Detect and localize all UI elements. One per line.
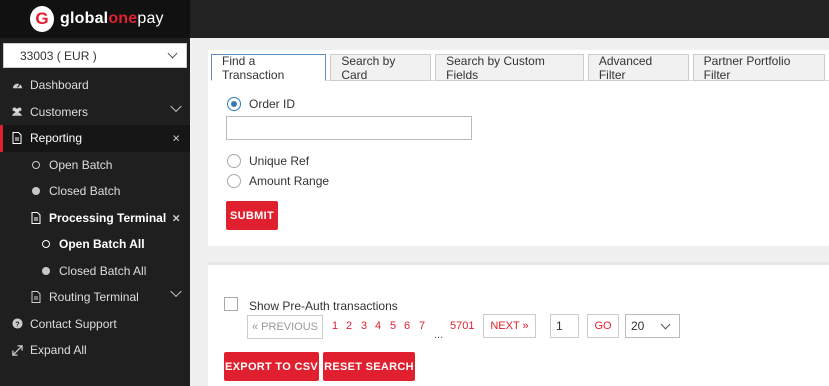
sidebar-item-label: Routing Terminal xyxy=(49,290,139,305)
page-number-input[interactable] xyxy=(550,314,579,338)
submit-button[interactable]: SUBMIT xyxy=(226,201,278,230)
sidebar-item-label: Open Batch xyxy=(49,157,113,172)
search-tabs: Find a Transaction Search by Card Search… xyxy=(211,54,829,82)
go-button[interactable]: GO xyxy=(587,314,619,338)
sidebar-item-label: Expand All xyxy=(30,343,87,358)
sidebar-item-label: Customers xyxy=(30,104,89,119)
tab-partner-portfolio-filter[interactable]: Partner Portfolio Filter xyxy=(692,54,825,82)
tab-search-by-custom-fields[interactable]: Search by Custom Fields xyxy=(435,54,584,82)
page-link-last[interactable]: 5701 xyxy=(450,320,474,332)
radio-amount-range[interactable]: Amount Range xyxy=(227,174,329,188)
page-link[interactable]: 2 xyxy=(346,320,352,332)
account-selected-value: 33003 ( EUR ) xyxy=(20,48,97,63)
sidebar-item-contact-support[interactable]: ? Contact Support xyxy=(0,311,190,338)
radio-order-id[interactable]: Order ID xyxy=(227,97,295,111)
sidebar-item-routing-terminal[interactable]: Routing Terminal xyxy=(0,284,190,311)
sidebar-item-customers[interactable]: Customers xyxy=(0,99,190,126)
sidebar-item-label: Open Batch All xyxy=(59,237,145,252)
sidebar: G globalonepay 33003 ( EUR ) Dashboard C… xyxy=(0,0,190,386)
sidebar-item-open-batch[interactable]: Open Batch xyxy=(0,152,190,179)
page-size-select[interactable]: 20 xyxy=(625,314,680,338)
pagination-ellipsis: ... xyxy=(434,329,444,341)
page-link[interactable]: 3 xyxy=(361,320,367,332)
radio-label: Order ID xyxy=(249,97,296,111)
reset-search-button[interactable]: RESET SEARCH xyxy=(323,352,415,381)
radio-unique-ref[interactable]: Unique Ref xyxy=(227,154,309,168)
document-icon xyxy=(30,291,42,304)
dashboard-icon xyxy=(11,79,23,91)
circle-filled-icon xyxy=(40,265,52,277)
close-icon[interactable]: × xyxy=(172,210,180,225)
page-link[interactable]: 1 xyxy=(332,320,338,332)
preauth-checkbox[interactable] xyxy=(224,297,238,311)
tab-search-by-card[interactable]: Search by Card xyxy=(330,54,432,82)
sidebar-item-label: Dashboard xyxy=(30,78,89,93)
next-page-button[interactable]: NEXT » xyxy=(483,314,536,338)
svg-text:?: ? xyxy=(15,320,20,329)
circle-outline-icon xyxy=(30,159,42,171)
expand-icon xyxy=(11,344,23,356)
circle-filled-icon xyxy=(30,185,42,197)
page-link[interactable]: 5 xyxy=(390,320,396,332)
page-link[interactable]: 4 xyxy=(375,320,381,332)
sidebar-item-label: Closed Batch All xyxy=(59,263,147,278)
export-csv-button[interactable]: EXPORT TO CSV xyxy=(224,352,319,381)
top-bar xyxy=(190,0,829,38)
sidebar-item-processing-terminal[interactable]: Processing Terminal × xyxy=(0,205,190,232)
brand-name: globalonepay xyxy=(60,10,164,27)
preauth-label: Show Pre-Auth transactions xyxy=(249,299,398,313)
document-icon xyxy=(30,211,42,224)
sidebar-item-open-batch-all[interactable]: Open Batch All xyxy=(0,231,190,258)
radio-label: Amount Range xyxy=(249,174,330,188)
sidebar-item-label: Processing Terminal xyxy=(49,210,167,225)
tab-advanced-filter[interactable]: Advanced Filter xyxy=(587,54,689,82)
sidebar-item-reporting[interactable]: Reporting × xyxy=(0,125,190,152)
page-link[interactable]: 6 xyxy=(404,320,410,332)
chevron-down-icon xyxy=(170,100,182,116)
tab-find-a-transaction[interactable]: Find a Transaction xyxy=(211,54,327,82)
previous-page-button[interactable]: « PREVIOUS xyxy=(247,315,323,339)
page-link[interactable]: 7 xyxy=(419,320,425,332)
question-circle-icon: ? xyxy=(11,318,23,330)
sidebar-item-closed-batch[interactable]: Closed Batch xyxy=(0,178,190,205)
radio-button[interactable] xyxy=(227,174,241,188)
radio-button[interactable] xyxy=(227,97,241,111)
sidebar-item-dashboard[interactable]: Dashboard xyxy=(0,72,190,99)
close-icon[interactable]: × xyxy=(172,131,180,146)
chevron-down-icon xyxy=(167,48,178,59)
sidebar-item-label: Closed Batch xyxy=(49,184,121,199)
logo-mark-icon: G xyxy=(30,6,54,32)
radio-label: Unique Ref xyxy=(249,154,310,168)
sidebar-item-closed-batch-all[interactable]: Closed Batch All xyxy=(0,258,190,285)
sidebar-item-expand-all[interactable]: Expand All xyxy=(0,337,190,364)
chevron-down-icon xyxy=(170,285,182,301)
sidebar-item-label: Reporting xyxy=(30,131,83,146)
account-selector[interactable]: 33003 ( EUR ) xyxy=(3,43,187,68)
radio-button[interactable] xyxy=(227,154,241,168)
chevron-down-icon xyxy=(660,319,671,329)
brand-logo[interactable]: G globalonepay xyxy=(0,0,190,38)
page-size-value: 20 xyxy=(631,319,645,333)
document-icon xyxy=(11,132,23,145)
order-id-input[interactable] xyxy=(226,116,472,140)
circle-outline-icon xyxy=(40,238,52,250)
sidebar-item-label: Contact Support xyxy=(30,316,117,331)
users-icon xyxy=(11,106,23,118)
